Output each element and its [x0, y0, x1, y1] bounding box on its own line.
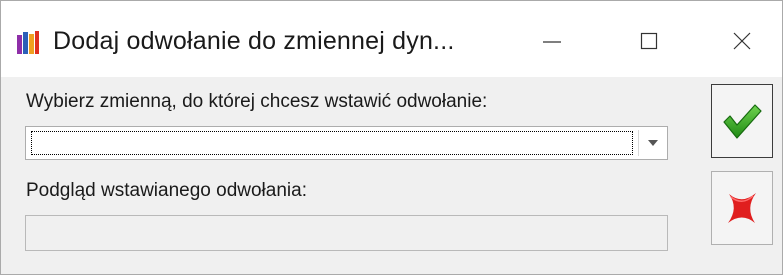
maximize-icon — [640, 32, 658, 50]
app-icon — [17, 31, 39, 54]
preview-label: Podgląd wstawianego odwołania: — [26, 180, 307, 201]
variable-select-value[interactable] — [31, 131, 633, 155]
checkmark-icon — [723, 104, 762, 139]
preview-field — [25, 215, 668, 251]
variable-label: Wybierz zmienną, do której chcesz wstawi… — [26, 91, 488, 112]
dropdown-button[interactable] — [639, 127, 667, 159]
chevron-down-icon — [648, 140, 658, 146]
cross-icon — [728, 193, 756, 223]
ok-button[interactable] — [711, 84, 773, 158]
close-button[interactable] — [714, 21, 770, 61]
title-bar: Dodaj odwołanie do zmiennej dyn... — [1, 1, 782, 77]
window-title: Dodaj odwołanie do zmiennej dyn... — [53, 27, 455, 55]
maximize-button[interactable] — [621, 21, 677, 61]
minimize-icon — [543, 41, 561, 43]
cancel-button[interactable] — [711, 171, 773, 245]
minimize-button[interactable] — [524, 21, 580, 61]
variable-select[interactable] — [25, 126, 668, 160]
close-icon — [733, 32, 751, 50]
dialog-window: Dodaj odwołanie do zmiennej dyn... Wybie… — [0, 0, 783, 275]
